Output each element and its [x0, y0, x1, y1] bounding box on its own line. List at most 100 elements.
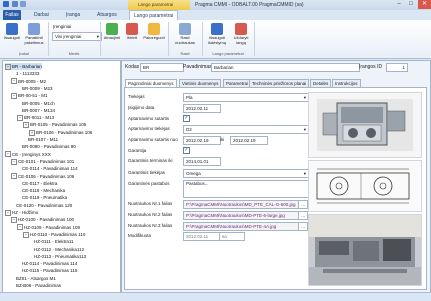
tree-node[interactable]: BR-0090 - Pavadinimas 90 [17, 143, 76, 150]
nuotrauka-1-field[interactable]: P:\PragmaCMMI\Nuotraukos\MD_PTE_CAL-G-60… [183, 200, 301, 209]
collapse-icon[interactable]: − [5, 209, 11, 216]
tree-node[interactable]: BZ01 - Atsargos M1 [11, 275, 56, 282]
tree-leaf-icon [29, 255, 33, 259]
tiekejas-value: Pla [186, 95, 193, 100]
pavadinimas-field[interactable]: Barbarian [211, 63, 360, 72]
tree-node[interactable]: CE-0114 - Pavadinimas 114 [17, 165, 78, 172]
save-label: Išsaugoti [3, 35, 20, 40]
close-button[interactable]: ✕ [418, 0, 431, 9]
tree-node[interactable]: − CE-0106 - Pavadinimas 106 [11, 173, 74, 180]
quick-undo-icon[interactable] [20, 1, 26, 7]
collapse-icon[interactable]: − [11, 158, 17, 165]
quick-save-icon[interactable] [12, 1, 18, 7]
tree-node[interactable]: BR-0005 - M1ch [17, 100, 55, 107]
edit-button[interactable]: Pakoreguoti [143, 23, 165, 41]
save-button[interactable]: Išsaugoti [3, 23, 21, 41]
find-photos-button[interactable]: Rasti nuotraukas [171, 23, 199, 45]
tree-node-label: CE-0119 - Pneumatika [22, 195, 68, 201]
tree-node[interactable]: + BR-0106 - Pavadinimas 106 [29, 129, 92, 136]
minimize-button[interactable]: – [393, 0, 405, 9]
collapse-icon[interactable]: − [11, 173, 17, 180]
collapse-icon[interactable]: − [11, 93, 17, 99]
tree-node[interactable]: BR-0107 - M11 [23, 136, 58, 143]
garantines-pastabos-memo[interactable]: Pastabos... [183, 180, 309, 198]
collapse-icon[interactable]: − [5, 63, 11, 70]
sutartis-iki-field[interactable]: 2012.02.19 [230, 136, 268, 145]
nuotrauka-1-browse-button[interactable]: … [298, 200, 308, 209]
delete-button[interactable]: Ištrinti [123, 23, 141, 41]
app-icon [3, 1, 9, 7]
edit-icon [148, 23, 160, 35]
cancel-changes-button[interactable]: Panaikinti pakeitimus [23, 23, 45, 45]
collapse-icon[interactable]: − [17, 224, 23, 231]
tree-node-label: BR-0105 - Pavadinimas 105 [30, 122, 87, 128]
collapse-icon[interactable]: − [5, 151, 11, 158]
tab-file[interactable]: Failas [3, 10, 21, 20]
save-layout-label: Išsaugoti išdėstymą [207, 35, 226, 45]
tree-node[interactable]: CE-0120 - Pavadinimas 120 [11, 202, 72, 209]
nuotrauka-2-browse-button[interactable]: … [298, 211, 308, 220]
tree-node[interactable]: − HZ - Hidžimo [5, 209, 38, 216]
tree-node[interactable]: + BR-0105 - Pavadinimas 105 [23, 121, 87, 129]
nuotrauka-1-label: Nuotraukos Nr.1 failas [128, 201, 173, 206]
collapse-icon[interactable]: − [11, 78, 17, 85]
tree-node[interactable]: CE-0117 - Elektra [17, 180, 57, 187]
garantinis-tiekejas-select[interactable]: Omega ▾ [183, 169, 309, 178]
ribbon-separator [168, 22, 169, 56]
collapse-icon[interactable]: − [17, 114, 23, 121]
tree-node[interactable]: HZ-0112 - Mechanika112 [29, 246, 84, 253]
tree-node[interactable]: − BR - Barbarian [5, 63, 42, 70]
tab-darbai[interactable]: Darbai [34, 10, 49, 20]
tree-node[interactable]: BZ-B06 - Pavadinimas [11, 282, 61, 289]
tree-node[interactable]: HZ-0114 - Pavadinimas 114 [17, 260, 77, 267]
expand-icon[interactable]: + [29, 129, 35, 136]
collapse-icon[interactable]: − [23, 231, 29, 238]
tree-node[interactable]: HZ-0113 - Pneumatika113 [29, 253, 86, 260]
window-title: Pragma CMMI - ODBALT.00 PragmaCMMID (sa) [195, 2, 304, 8]
tree-type-combo[interactable]: Visi įrenginiai ▾ [52, 32, 102, 41]
maximize-button[interactable]: □ [405, 0, 417, 9]
equipment-photo-1 [308, 92, 422, 158]
collapse-icon[interactable]: − [11, 217, 17, 224]
kodas-field[interactable]: BR [140, 63, 184, 72]
aptarnavimo-sutartis-checkbox[interactable]: ✓ [183, 115, 190, 122]
nuotrauka-2-field[interactable]: P:\PragmaCMMI\Nuotraukos\MD-PTE-6-large.… [183, 211, 301, 220]
tree-node[interactable]: CE-0119 - Pneumatika [17, 194, 67, 201]
tree-node[interactable]: HZ-0111 - Elektra11 [29, 238, 74, 245]
tree-node[interactable]: − BR-0005 - M2 [11, 78, 46, 85]
close-window-button[interactable]: Uždaryti langą [231, 23, 251, 45]
tree-node[interactable]: − CE-0101 - Pavadinimas 101 [11, 158, 74, 165]
sutartis-nuo-field[interactable]: 2012.02.19 [183, 136, 221, 145]
tree-node[interactable]: − HZ-0100 - Pavadinimas 100 [11, 216, 75, 224]
garantinis-terminas-field[interactable]: 2014.01.01 [183, 157, 221, 166]
isigijimo-data-field[interactable]: 2012.02.11 [183, 104, 221, 113]
tab-atsargos[interactable]: Atsargos [97, 10, 117, 20]
tree-node[interactable]: − BR-00-51 - M1 [11, 92, 48, 99]
tree-node[interactable]: − CE - Įrenginys XXX [5, 151, 51, 158]
tree-node-label: HZ-0100 - Pavadinimas 100 [18, 217, 75, 223]
tree-node[interactable]: − HZ-0110 - Pavadinimas 110 [23, 231, 85, 238]
tree-node[interactable]: CE-0118 - Mechanika [17, 187, 65, 194]
expand-icon[interactable]: + [23, 122, 29, 129]
group-label-medis: Medis [68, 51, 80, 56]
tree-node-label: BR-0011 - M13 [24, 115, 55, 121]
equipment-tree[interactable]: − BR - Barbarian 1 - 1113333− BR-0005 - M2 B… [2, 60, 121, 293]
tree-node[interactable]: HZ-0115 - Pavadinimas 115 [17, 267, 77, 274]
tiekejas-select[interactable]: Pla ▾ [183, 93, 309, 102]
tree-node[interactable]: BR-0007 - M134 [17, 107, 55, 114]
tree-node[interactable]: − HZ-0109 - Pavadinimas 109 [17, 224, 80, 231]
nuotrauka-3-field[interactable]: P:\PragmaCMMI\Nuotraukos\MD-PTE-4A.jpg [183, 222, 301, 231]
kodas-label: Kodas [125, 64, 140, 70]
tree-node[interactable]: BR-0009 - M23 [17, 85, 53, 92]
aptarnavimo-tiekejas-select[interactable]: D2 ▾ [183, 125, 309, 134]
aptarnavimo-tiekejas-label: Aptarnavimo tiekėjas [128, 126, 170, 131]
ribbon-separator [48, 22, 49, 56]
tree-node[interactable]: − BR-0011 - M13 [17, 114, 54, 121]
tab-iranga[interactable]: Įranga [66, 10, 80, 20]
refresh-button[interactable]: Atnaujinti [103, 23, 121, 41]
tree-node[interactable]: 1 - 1113333 [11, 70, 39, 77]
save-layout-button[interactable]: Išsaugoti išdėstymą [205, 23, 229, 45]
tree-node-label: BR-0005 - M2 [18, 78, 47, 84]
nuotrauka-3-browse-button[interactable]: … [298, 222, 308, 231]
garantija-checkbox[interactable]: ✓ [183, 147, 190, 154]
